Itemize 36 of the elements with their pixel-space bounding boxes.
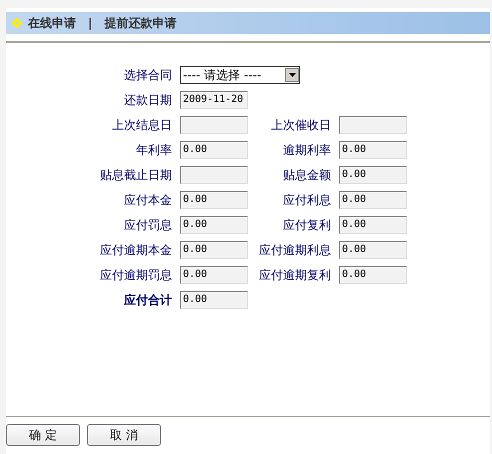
field-label: 上次催收日: [270, 116, 331, 134]
field-label: 应付本金: [123, 192, 172, 208]
contract-select[interactable]: ---- 请选择 ----: [180, 66, 300, 84]
input-field[interactable]: 0.00: [180, 266, 248, 284]
field-label: 应付逾期罚息: [99, 266, 172, 284]
input-field[interactable]: 0.00: [339, 266, 407, 284]
input-field[interactable]: 0.00: [339, 241, 407, 259]
input-field[interactable]: 0.00: [339, 191, 407, 209]
field-label: 还款日期: [123, 92, 172, 108]
field-label: 年利率: [135, 142, 172, 158]
page-title: 提前还款申请: [104, 14, 176, 32]
cancel-button[interactable]: 取 消: [87, 424, 161, 446]
breadcrumb-separator: |: [88, 16, 92, 30]
input-field[interactable]: 0.00: [339, 141, 407, 159]
field-label: 应付逾期本金: [99, 242, 172, 258]
field-label: 上次结息日: [111, 116, 172, 134]
field-label: 选择合同: [123, 66, 172, 84]
breadcrumb-section: 在线申请: [28, 14, 76, 32]
input-field[interactable]: 0.00: [180, 191, 248, 209]
field-label: 应付合计: [123, 292, 172, 308]
confirm-button[interactable]: 确 定: [6, 424, 80, 446]
field-label: 应付逾期利息: [258, 242, 331, 258]
field-label: 贴息截止日期: [99, 166, 172, 184]
input-field[interactable]: 0.00: [180, 141, 248, 159]
input-field[interactable]: 0.00: [180, 241, 248, 259]
input-field[interactable]: 0.00: [339, 166, 407, 184]
input-field[interactable]: 0.00: [180, 291, 248, 309]
field-label: 应付复利: [282, 216, 331, 234]
field-label: 应付利息: [282, 192, 331, 208]
field-label: 应付罚息: [123, 216, 172, 234]
input-field[interactable]: 0.00: [180, 216, 248, 234]
field-label: 贴息金额: [282, 166, 331, 184]
field-label: 应付逾期复利: [258, 266, 331, 284]
input-field[interactable]: 0.00: [339, 216, 407, 234]
input-field[interactable]: 2009-11-20: [180, 91, 248, 109]
field-label: 逾期利率: [282, 142, 331, 158]
